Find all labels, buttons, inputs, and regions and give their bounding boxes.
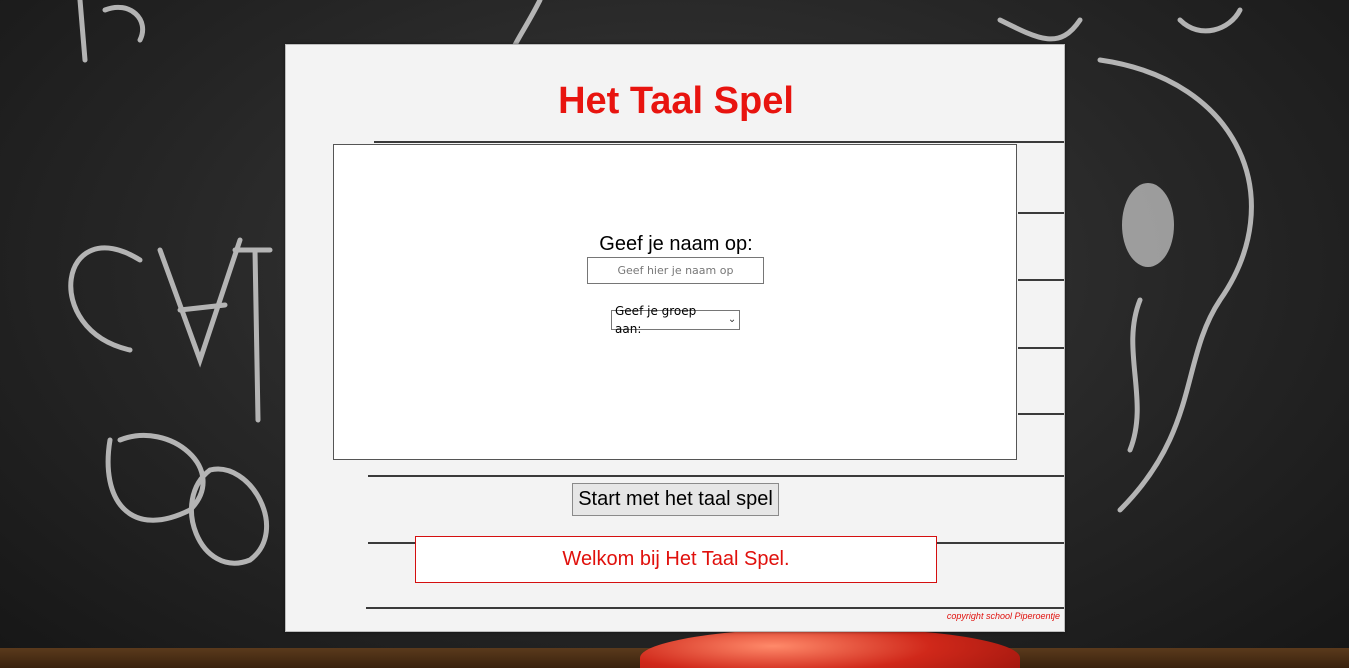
ruled-line	[1018, 347, 1064, 349]
page-title: Het Taal Spel	[558, 80, 794, 122]
group-select[interactable]: Geef je groep aan: ⌄	[611, 304, 740, 336]
name-form-panel: Geef je naam op: Geef je groep aan: ⌄	[333, 144, 1017, 460]
copyright-text: copyright school Piperoentje	[946, 611, 1060, 621]
ruled-line	[1018, 413, 1064, 415]
group-select-value: Geef je groep aan:	[615, 304, 697, 336]
name-input[interactable]	[587, 257, 764, 284]
paper-sheet: Het Taal Spel Geef je naam op: Geef je g…	[285, 44, 1065, 632]
start-game-button[interactable]: Start met het taal spel	[572, 483, 779, 516]
chevron-down-icon: ⌄	[727, 314, 737, 325]
ruled-line	[368, 475, 1064, 477]
ruled-line	[366, 607, 1064, 609]
ruled-line	[1018, 279, 1064, 281]
ruled-line	[1018, 212, 1064, 214]
name-label: Geef je naam op:	[599, 233, 753, 255]
ruled-line	[374, 141, 1064, 143]
welcome-message: Welkom bij Het Taal Spel.	[415, 536, 937, 583]
